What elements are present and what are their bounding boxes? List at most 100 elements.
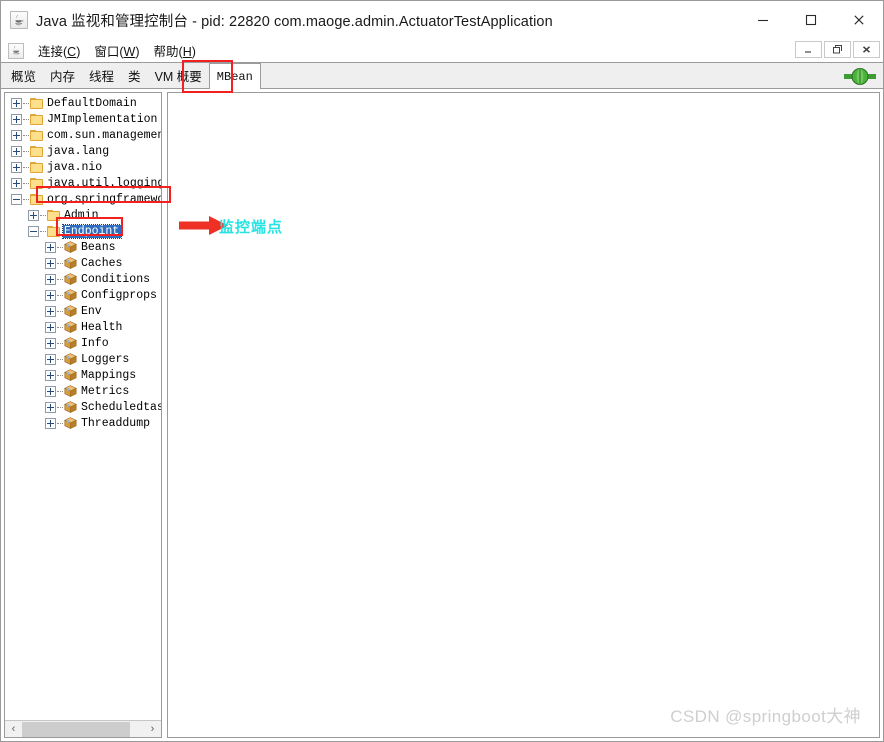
expand-icon[interactable]	[45, 353, 56, 365]
expand-icon[interactable]	[45, 385, 56, 397]
expand-icon[interactable]	[45, 369, 56, 381]
expand-icon[interactable]	[45, 289, 56, 301]
tree-node[interactable]: Threaddump	[5, 415, 161, 431]
mbean-icon	[64, 353, 77, 365]
tab-label: 内存	[50, 70, 76, 84]
tree-node[interactable]: Scheduledtasks	[5, 399, 161, 415]
expand-icon[interactable]	[11, 129, 22, 141]
tree-node-label: Metrics	[81, 384, 130, 398]
tree-connector	[23, 198, 29, 200]
tree-node[interactable]: Mappings	[5, 367, 161, 383]
tab-classes[interactable]: 类	[121, 63, 148, 88]
tree-connector	[23, 182, 29, 184]
menu-item-help[interactable]: 帮助(H)	[147, 41, 203, 60]
mbean-tree[interactable]: DefaultDomain JMImplementation com.sun.man…	[5, 93, 161, 720]
expand-icon[interactable]	[11, 161, 22, 173]
mbean-panel: DefaultDomain JMImplementation com.sun.man…	[1, 89, 883, 741]
tree-node-label: Configprops	[81, 288, 157, 302]
expand-icon[interactable]	[45, 305, 56, 317]
expand-icon[interactable]	[45, 321, 56, 333]
tree-node-label: java.lang	[47, 144, 110, 158]
menu-item-connect[interactable]: 连接(C)	[31, 41, 87, 60]
folder-icon	[30, 193, 43, 205]
expand-icon[interactable]	[11, 145, 22, 157]
mbean-icon	[64, 289, 77, 301]
expand-icon[interactable]	[28, 209, 39, 221]
internal-frame-controls	[795, 41, 880, 58]
expand-icon[interactable]	[45, 273, 56, 285]
tree-node-label: Health	[81, 320, 123, 334]
tab-threads[interactable]: 线程	[82, 63, 121, 88]
expand-icon[interactable]	[45, 417, 56, 429]
minimize-button[interactable]	[739, 1, 787, 39]
tree-connector	[57, 294, 63, 296]
expand-icon[interactable]	[11, 97, 22, 109]
tree-node-label: Loggers	[81, 352, 130, 366]
internal-restore-button[interactable]	[824, 41, 851, 58]
folder-icon	[30, 145, 43, 157]
expand-icon[interactable]	[11, 113, 22, 125]
tab-vm-summary[interactable]: VM 概要	[148, 63, 209, 88]
tree-connector	[40, 214, 46, 216]
tab-bar: 概览 内存 线程 类 VM 概要 MBean	[1, 62, 883, 89]
tree-node[interactable]: DefaultDomain	[5, 95, 161, 111]
tree-node[interactable]: java.lang	[5, 143, 161, 159]
tree-node[interactable]: Conditions	[5, 271, 161, 287]
scroll-track[interactable]	[22, 721, 144, 737]
tree-node[interactable]: Configprops	[5, 287, 161, 303]
expand-icon[interactable]	[45, 257, 56, 269]
tab-memory[interactable]: 内存	[43, 63, 82, 88]
tree-node[interactable]: org.springframework.	[5, 191, 161, 207]
collapse-icon[interactable]	[28, 225, 39, 237]
tree-node[interactable]: java.nio	[5, 159, 161, 175]
tree-node[interactable]: Loggers	[5, 351, 161, 367]
tree-connector	[40, 230, 46, 232]
tree-horizontal-scrollbar[interactable]: ‹ ›	[5, 720, 161, 737]
tree-node-label: Info	[81, 336, 109, 350]
expand-icon[interactable]	[11, 177, 22, 189]
tree-node[interactable]: Health	[5, 319, 161, 335]
close-button[interactable]	[835, 1, 883, 39]
tree-connector	[57, 342, 63, 344]
tab-mbean[interactable]: MBean	[208, 63, 261, 89]
tab-label: 概览	[11, 70, 37, 84]
tree-node[interactable]: com.sun.management	[5, 127, 161, 143]
mbean-icon	[64, 401, 77, 413]
menu-bar: 连接(C) 窗口(W) 帮助(H)	[1, 39, 883, 62]
folder-icon	[30, 177, 43, 189]
tree-node[interactable]: Admin	[5, 207, 161, 223]
collapse-icon[interactable]	[11, 193, 22, 205]
expand-icon[interactable]	[45, 401, 56, 413]
tree-node[interactable]: Endpoint	[5, 223, 161, 239]
maximize-button[interactable]	[787, 1, 835, 39]
scroll-right-arrow-icon[interactable]: ›	[144, 721, 161, 737]
tree-node[interactable]: Metrics	[5, 383, 161, 399]
tree-node[interactable]: JMImplementation	[5, 111, 161, 127]
window-controls	[739, 1, 883, 39]
title-bar: Java 监视和管理控制台 - pid: 22820 com.maoge.adm…	[1, 1, 883, 39]
expand-icon[interactable]	[45, 337, 56, 349]
tree-node[interactable]: Beans	[5, 239, 161, 255]
tree-node[interactable]: Caches	[5, 255, 161, 271]
folder-icon	[30, 97, 43, 109]
folder-icon	[30, 113, 43, 125]
tree-node-label: Threaddump	[81, 416, 151, 430]
tree-node-label: Endpoint	[61, 223, 123, 239]
tree-node-label: DefaultDomain	[47, 96, 137, 110]
tree-node[interactable]: Env	[5, 303, 161, 319]
tree-node[interactable]: java.util.logging	[5, 175, 161, 191]
internal-close-button[interactable]	[853, 41, 880, 58]
tab-overview[interactable]: 概览	[4, 63, 43, 88]
menu-item-window[interactable]: 窗口(W)	[87, 41, 146, 60]
mbean-icon	[64, 385, 77, 397]
tab-label: 类	[128, 70, 141, 84]
annotation-label-endpoint: 监控端点	[219, 219, 284, 236]
scroll-left-arrow-icon[interactable]: ‹	[5, 721, 22, 737]
tree-node[interactable]: Info	[5, 335, 161, 351]
tab-label: 线程	[89, 70, 115, 84]
tree-node-label: Mappings	[81, 368, 137, 382]
scroll-thumb[interactable]	[22, 721, 130, 737]
internal-minimize-button[interactable]	[795, 41, 822, 58]
mbean-icon	[64, 273, 77, 285]
expand-icon[interactable]	[45, 241, 56, 253]
